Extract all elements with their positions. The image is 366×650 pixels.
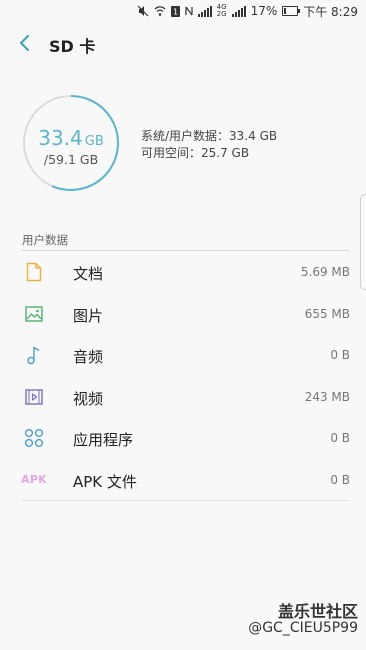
battery-percent: 17% <box>250 4 278 18</box>
list-item-size: 0 B <box>330 472 350 487</box>
user-data-list: 文档 5.69 MB 图片 655 MB 音频 0 B 视频 243 MB 应用… <box>0 251 366 500</box>
list-item-apk[interactable]: APK APK 文件 0 B <box>0 459 366 501</box>
notification-icon: 1 <box>170 5 180 17</box>
list-item-size: 0 B <box>330 431 350 445</box>
watermark-brand: 盖乐世社区 <box>277 602 358 621</box>
back-button[interactable] <box>10 28 40 58</box>
list-item-label: 图片 <box>73 306 104 325</box>
watermark-user: @GC_CIEU5P99 <box>248 620 358 636</box>
back-arrow-icon <box>20 35 29 51</box>
apk-icon: APK <box>21 473 47 486</box>
app-bar: SD 卡 <box>0 22 366 64</box>
list-item-video[interactable]: 视频 243 MB <box>0 376 366 418</box>
list-item-label: 视频 <box>73 389 104 408</box>
nfc-icon <box>185 5 193 17</box>
total-storage: /59.1 GB <box>43 152 99 167</box>
page-title: SD 卡 <box>49 37 96 56</box>
system-user-data: 系统/用户数据：33.4 GB <box>141 129 278 143</box>
battery-icon <box>282 6 301 16</box>
list-item-images[interactable]: 图片 655 MB <box>0 293 366 335</box>
signal-icon-2 <box>231 5 246 17</box>
list-item-audio[interactable]: 音频 0 B <box>0 334 366 376</box>
music-note-icon <box>22 344 46 366</box>
list-item-documents[interactable]: 文档 5.69 MB <box>0 251 366 293</box>
mute-icon <box>137 5 149 17</box>
signal-icon <box>197 5 212 17</box>
list-item-label: 音频 <box>73 348 104 366</box>
document-icon <box>22 261 46 283</box>
image-icon <box>22 303 46 325</box>
apps-icon <box>22 427 46 449</box>
divider <box>22 500 349 501</box>
network-type-icon: 4G 2G <box>216 3 227 18</box>
list-item-label: 文档 <box>73 265 104 283</box>
list-item-label: 应用程序 <box>73 431 134 449</box>
list-item-size: 243 MB <box>304 389 350 404</box>
list-item-apps[interactable]: 应用程序 0 B <box>0 417 366 459</box>
available-space: 可用空间：25.7 GB <box>141 146 250 160</box>
status-bar: 1 4G 2G 17% 下午 8:29 <box>0 0 366 22</box>
list-item-size: 655 MB <box>304 306 350 321</box>
used-storage: 33.4 GB <box>38 126 104 150</box>
video-icon <box>22 386 46 408</box>
section-header-user-data: 用户数据 <box>22 233 68 247</box>
list-item-size: 5.69 MB <box>300 265 350 279</box>
svg-text:1: 1 <box>173 7 178 16</box>
storage-summary: 33.4 GB /59.1 GB 系统/用户数据：33.4 GB 可用空间：25.… <box>0 64 366 220</box>
wifi-icon <box>154 5 166 17</box>
list-item-label: APK 文件 <box>73 472 137 491</box>
list-item-size: 0 B <box>330 348 350 362</box>
clock: 下午 8:29 <box>303 4 358 19</box>
